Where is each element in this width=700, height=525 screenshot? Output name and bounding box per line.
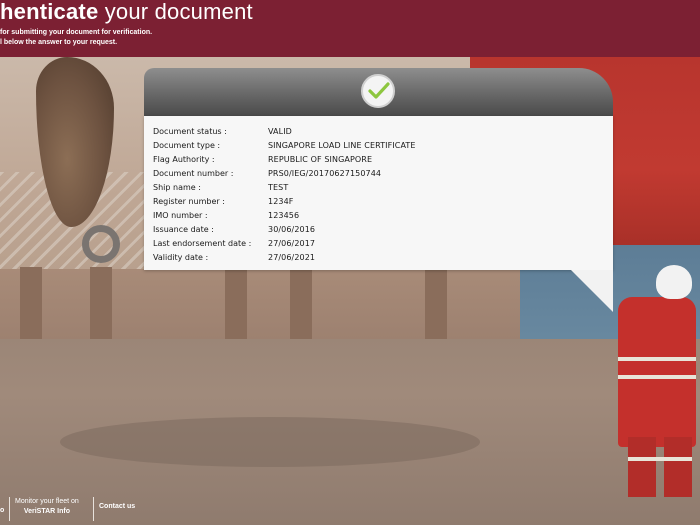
footer-link-contact[interactable]: Contact us xyxy=(99,503,135,510)
worker-reflective-stripe xyxy=(618,357,696,361)
worker-helmet xyxy=(656,265,692,299)
detail-row: Document type : SINGAPORE LOAD LINE CERTI… xyxy=(153,138,613,152)
footer-link-veristar[interactable]: Monitor your fleet on VeriSTAR Info xyxy=(15,497,79,517)
detail-row: Register number : 1234F xyxy=(153,194,613,208)
detail-label: Ship name : xyxy=(153,182,201,192)
detail-row: Document number : PRS0/IEG/20170627150744 xyxy=(153,166,613,180)
detail-row: Ship name : TEST xyxy=(153,180,613,194)
detail-label: Document type : xyxy=(153,140,221,150)
document-details: Document status : VALID Document type : SIN… xyxy=(144,116,613,270)
card-pointer xyxy=(571,270,613,312)
detail-row: Validity date : 27/06/2021 xyxy=(153,250,613,264)
page-title-light: your document xyxy=(104,0,253,24)
tire xyxy=(82,225,120,263)
header-subtitle-line-1: for submitting your document for verific… xyxy=(0,29,153,36)
header-subtitle-line-2: l below the answer to your request. xyxy=(0,39,118,46)
card-header xyxy=(144,68,613,116)
detail-row: Document status : VALID xyxy=(153,124,613,138)
detail-value: 123456 xyxy=(268,210,300,220)
footer-divider xyxy=(93,497,94,521)
page-header: henticate your document for submitting y… xyxy=(0,0,700,57)
detail-label: Last endorsement date : xyxy=(153,238,252,248)
detail-value: 27/06/2021 xyxy=(268,252,316,262)
page-title: henticate your document xyxy=(0,0,253,26)
footer-monitor-label: Monitor your fleet on xyxy=(15,498,79,505)
worker-reflective-stripe xyxy=(628,457,692,461)
detail-value: PRS0/IEG/20170627150744 xyxy=(268,168,382,178)
detail-value: TEST xyxy=(268,182,289,192)
detail-row: Last endorsement date : 27/06/2017 xyxy=(153,236,613,250)
floor-stain xyxy=(60,417,480,467)
worker-reflective-stripe xyxy=(618,375,696,379)
wall-pillar xyxy=(225,267,247,342)
verification-result-card: Document status : VALID Document type : SIN… xyxy=(144,68,613,312)
detail-value: SINGAPORE LOAD LINE CERTIFICATE xyxy=(268,140,416,150)
detail-label: Document number : xyxy=(153,168,234,178)
detail-value: REPUBLIC OF SINGAPORE xyxy=(268,154,373,164)
wall-pillar xyxy=(90,267,112,342)
worker-leg xyxy=(628,437,656,497)
footer-link-partial[interactable]: o xyxy=(0,507,4,514)
page-title-bold: henticate xyxy=(0,0,99,24)
detail-row: IMO number : 123456 xyxy=(153,208,613,222)
detail-label: Flag Authority : xyxy=(153,154,215,164)
check-icon xyxy=(361,74,395,108)
detail-label: IMO number : xyxy=(153,210,208,220)
detail-value: 27/06/2017 xyxy=(268,238,316,248)
detail-label: Register number : xyxy=(153,196,225,206)
worker-figure xyxy=(618,297,696,447)
footer-veristar-label: VeriSTAR Info xyxy=(23,508,70,515)
detail-value: VALID xyxy=(268,126,292,136)
detail-row: Flag Authority : REPUBLIC OF SINGAPORE xyxy=(153,152,613,166)
page-footer: o Monitor your fleet on VeriSTAR Info Co… xyxy=(0,493,160,525)
detail-label: Issuance date : xyxy=(153,224,214,234)
detail-row: Issuance date : 30/06/2016 xyxy=(153,222,613,236)
detail-label: Document status : xyxy=(153,126,227,136)
wall-pillar xyxy=(290,267,312,342)
worker-leg xyxy=(664,437,692,497)
wall-pillar xyxy=(425,267,447,342)
detail-value: 30/06/2016 xyxy=(268,224,316,234)
footer-divider xyxy=(9,497,10,521)
wall-pillar xyxy=(20,267,42,342)
detail-value: 1234F xyxy=(268,196,294,206)
detail-label: Validity date : xyxy=(153,252,209,262)
